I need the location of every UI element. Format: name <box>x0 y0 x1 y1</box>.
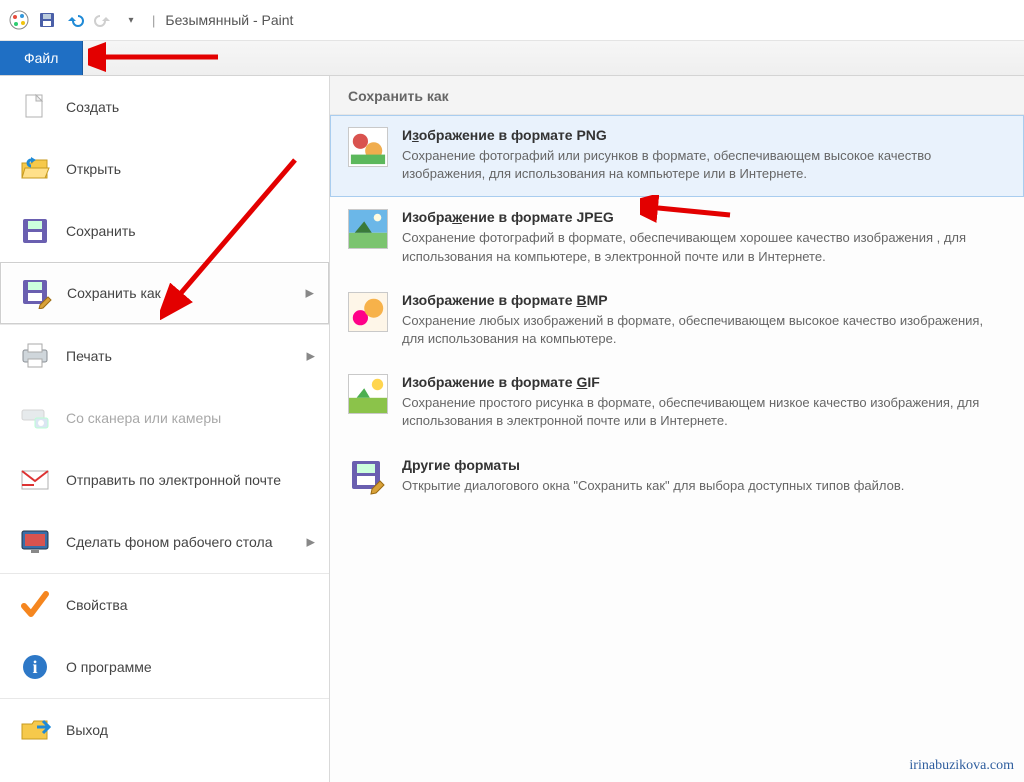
file-item-properties[interactable]: Свойства <box>0 574 329 636</box>
svg-text:i: i <box>32 657 37 677</box>
file-item-new[interactable]: Создать <box>0 76 329 138</box>
tab-file-label: Файл <box>24 50 58 66</box>
file-item-print[interactable]: Печать ▶ <box>0 325 329 387</box>
png-thumb-icon <box>348 127 388 167</box>
format-title: Изображение в формате JPEG <box>402 209 1006 225</box>
save-as-panel: Сохранить как Изображение в формате PNG … <box>330 76 1024 782</box>
bmp-thumb-icon <box>348 292 388 332</box>
tab-file[interactable]: Файл <box>0 41 83 75</box>
titlebar-separator: | <box>152 13 155 28</box>
save-as-icon <box>19 276 53 310</box>
file-item-scanner: Со сканера или камеры <box>0 387 329 449</box>
save-icon <box>18 214 52 248</box>
redo-icon[interactable] <box>92 9 114 31</box>
jpeg-thumb-icon <box>348 209 388 249</box>
file-item-label: Сохранить <box>66 223 136 239</box>
chevron-right-icon: ▶ <box>306 287 314 300</box>
check-icon <box>18 588 52 622</box>
format-item-jpeg[interactable]: Изображение в формате JPEG Сохранение фо… <box>330 197 1024 279</box>
gif-thumb-icon <box>348 374 388 414</box>
titlebar: ▾ | Безымянный - Paint <box>0 0 1024 40</box>
format-desc: Сохранение фотографий в формате, обеспеч… <box>402 229 1006 265</box>
qat-dropdown-icon[interactable]: ▾ <box>120 9 142 31</box>
format-list: Изображение в формате PNG Сохранение фот… <box>330 115 1024 511</box>
format-desc: Сохранение простого рисунка в формате, о… <box>402 394 1006 430</box>
format-item-other[interactable]: Другие форматы Открытие диалогового окна… <box>330 445 1024 511</box>
file-item-open[interactable]: Открыть <box>0 138 329 200</box>
file-item-wallpaper[interactable]: Сделать фоном рабочего стола ▶ <box>0 511 329 573</box>
window-title: Безымянный - Paint <box>165 12 293 28</box>
file-menu-panel: Создать Открыть Сохранить Сохранить как … <box>0 76 1024 782</box>
file-item-label: Со сканера или камеры <box>66 410 221 426</box>
wallpaper-icon <box>18 525 52 559</box>
info-icon: i <box>18 650 52 684</box>
open-icon <box>18 152 52 186</box>
save-icon[interactable] <box>36 9 58 31</box>
file-item-save-as[interactable]: Сохранить как ▶ <box>0 262 329 324</box>
file-item-label: Открыть <box>66 161 121 177</box>
chevron-right-icon: ▶ <box>307 536 315 549</box>
file-item-exit[interactable]: Выход <box>0 699 329 761</box>
format-desc: Сохранение любых изображений в формате, … <box>402 312 1006 348</box>
undo-icon[interactable] <box>64 9 86 31</box>
file-item-label: Выход <box>66 722 108 738</box>
watermark: irinabuzikova.com <box>909 758 1014 774</box>
file-item-email[interactable]: Отправить по электронной почте <box>0 449 329 511</box>
chevron-right-icon: ▶ <box>307 350 315 363</box>
file-item-label: О программе <box>66 659 152 675</box>
format-item-bmp[interactable]: Изображение в формате BMP Сохранение люб… <box>330 280 1024 362</box>
print-icon <box>18 339 52 373</box>
scanner-icon <box>18 401 52 435</box>
file-item-label: Создать <box>66 99 119 115</box>
file-item-about[interactable]: i О программе <box>0 636 329 698</box>
file-item-label: Сделать фоном рабочего стола <box>66 534 273 550</box>
file-menu-left: Создать Открыть Сохранить Сохранить как … <box>0 76 330 782</box>
format-desc: Сохранение фотографий или рисунков в фор… <box>402 147 1006 183</box>
exit-icon <box>18 713 52 747</box>
new-icon <box>18 90 52 124</box>
format-title: Изображение в формате BMP <box>402 292 1006 308</box>
format-item-png[interactable]: Изображение в формате PNG Сохранение фот… <box>330 115 1024 197</box>
file-item-save[interactable]: Сохранить <box>0 200 329 262</box>
file-item-label: Свойства <box>66 597 127 613</box>
format-desc: Открытие диалогового окна "Сохранить как… <box>402 477 1006 495</box>
email-icon <box>18 463 52 497</box>
app-icon <box>8 9 30 31</box>
ribbon-tabs: Файл <box>0 40 1024 76</box>
file-item-label: Отправить по электронной почте <box>66 472 281 488</box>
other-thumb-icon <box>348 457 388 497</box>
format-item-gif[interactable]: Изображение в формате GIF Сохранение про… <box>330 362 1024 444</box>
save-as-header: Сохранить как <box>330 76 1024 115</box>
format-title: Изображение в формате PNG <box>402 127 1006 143</box>
format-title: Изображение в формате GIF <box>402 374 1006 390</box>
file-item-label: Печать <box>66 348 112 364</box>
format-title: Другие форматы <box>402 457 1006 473</box>
file-item-label: Сохранить как <box>67 285 161 301</box>
